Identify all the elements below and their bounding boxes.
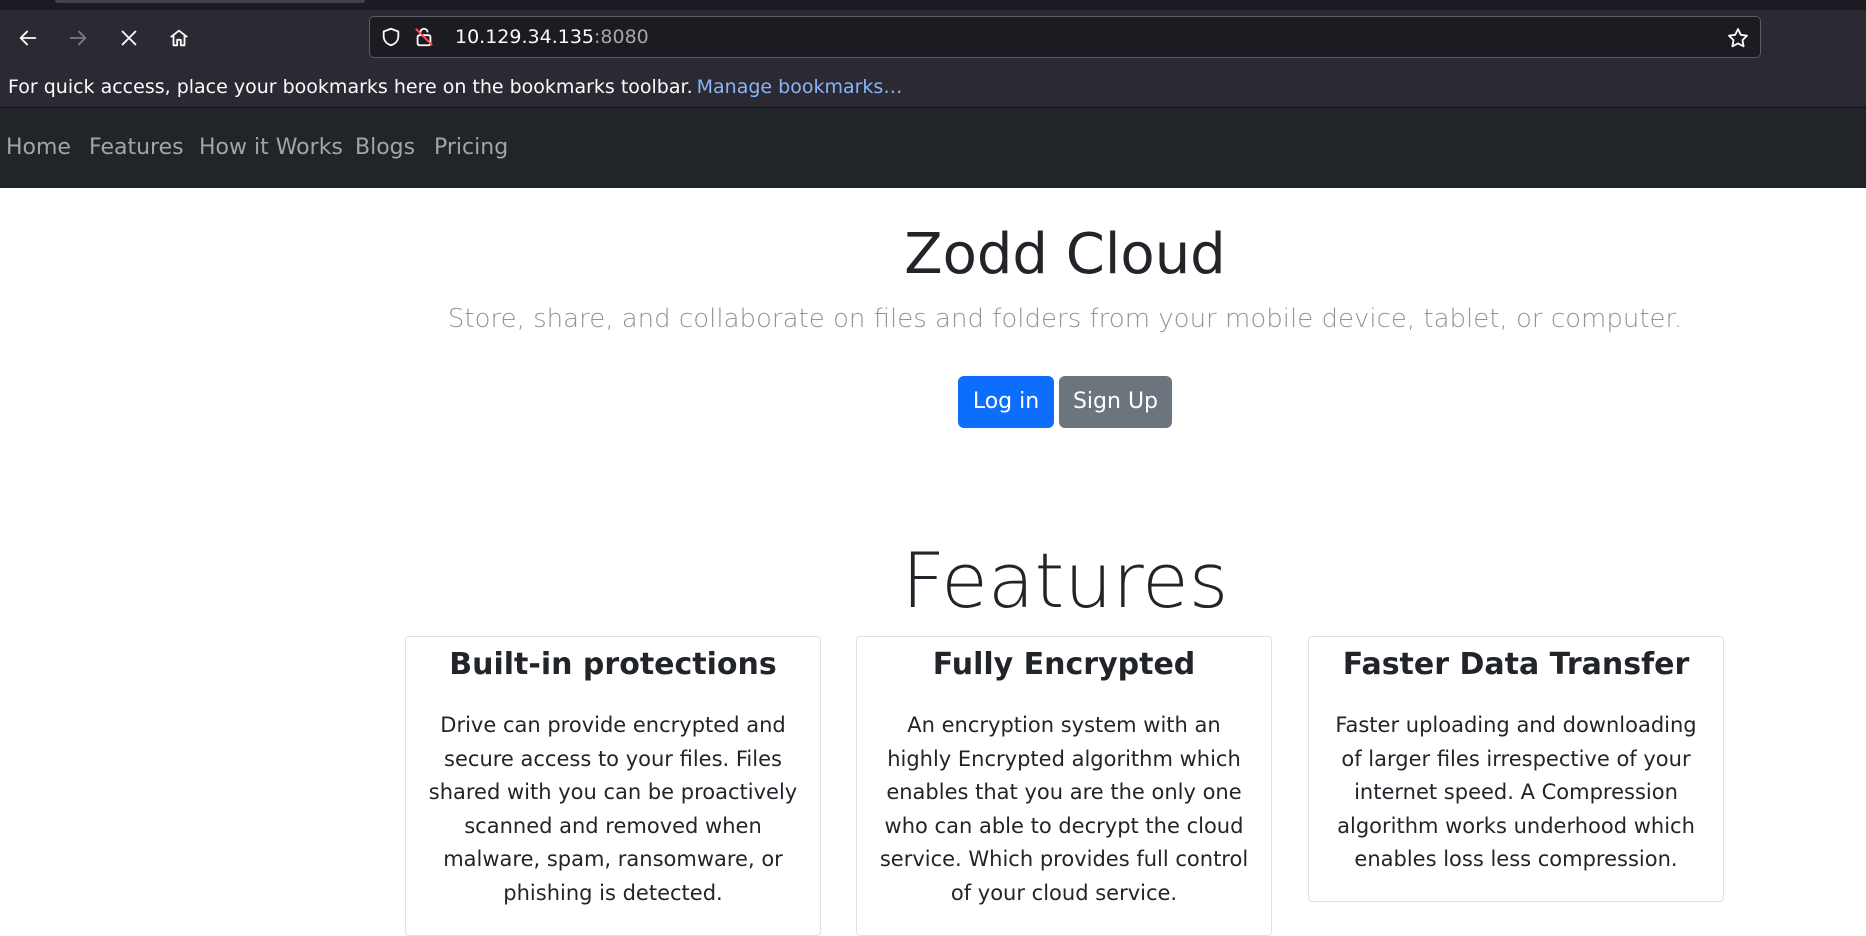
nav-link-home[interactable]: Home: [6, 108, 71, 188]
home-button[interactable]: [159, 18, 199, 58]
shield-icon[interactable]: [380, 26, 402, 48]
browser-tab-strip: [0, 0, 1866, 10]
stop-icon: [121, 30, 137, 46]
hero-title: Zodd Cloud: [904, 222, 1226, 287]
back-button[interactable]: [8, 18, 48, 58]
bookmarks-toolbar: For quick access, place your bookmarks h…: [0, 66, 1866, 108]
manage-bookmarks-link[interactable]: Manage bookmarks…: [697, 76, 903, 98]
forward-icon: [69, 30, 87, 46]
forward-button[interactable]: [58, 18, 98, 58]
card-text: Faster uploading and downloading of larg…: [1335, 713, 1697, 872]
card-text: An encryption system with an highly Encr…: [879, 713, 1249, 905]
signup-button[interactable]: Sign Up: [1059, 376, 1172, 428]
card-text: Drive can provide encrypted and secure a…: [428, 713, 798, 905]
hero-subtitle: Store, share, and collaborate on files a…: [447, 304, 1683, 334]
stop-button[interactable]: [109, 18, 149, 58]
nav-link-pricing[interactable]: Pricing: [434, 108, 508, 188]
feature-card-faster-data-transfer: Faster Data Transfer Faster uploading an…: [1308, 636, 1724, 902]
nav-link-features[interactable]: Features: [89, 108, 184, 188]
url-text: 10.129.34.135:8080: [455, 17, 649, 57]
url-bar[interactable]: 10.129.34.135:8080: [369, 16, 1761, 58]
star-icon[interactable]: [1726, 26, 1750, 50]
card-title: Fully Encrypted: [932, 647, 1196, 682]
browser-toolbar: 10.129.34.135:8080: [0, 10, 1866, 66]
url-host: 10.129.34.135: [455, 26, 595, 48]
nav-link-how-it-works[interactable]: How it Works: [199, 108, 343, 188]
bookmarks-message: For quick access, place your bookmarks h…: [8, 76, 693, 98]
features-heading: Features: [901, 536, 1229, 625]
login-button[interactable]: Log in: [958, 376, 1054, 428]
feature-card-built-in-protections: Built-in protections Drive can provide e…: [405, 636, 821, 936]
browser-tab[interactable]: [55, 0, 365, 3]
lock-icon[interactable]: [413, 26, 435, 48]
bookmarks-message-line: For quick access, place your bookmarks h…: [8, 66, 902, 108]
card-title: Built-in protections: [449, 647, 777, 682]
back-icon: [19, 30, 37, 46]
url-port: :8080: [594, 26, 649, 48]
card-title: Faster Data Transfer: [1342, 647, 1690, 682]
nav-link-blogs[interactable]: Blogs: [355, 108, 415, 188]
home-icon: [170, 29, 188, 47]
site-navbar: Home Features How it Works Blogs Pricing: [0, 108, 1866, 188]
feature-card-fully-encrypted: Fully Encrypted An encryption system wit…: [856, 636, 1272, 936]
